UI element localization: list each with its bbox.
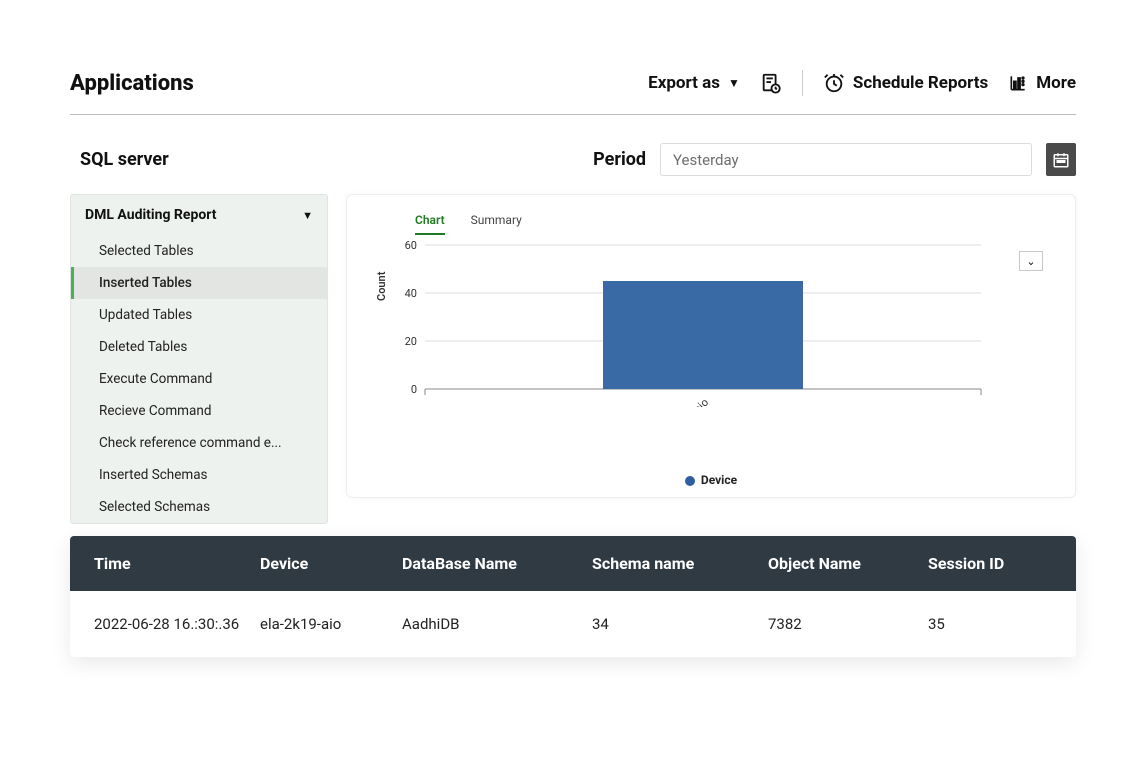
calendar-button[interactable] (1046, 143, 1076, 176)
th-schema[interactable]: Schema name (582, 536, 758, 591)
table-cell: 2022-06-28 16.:30:.36 (70, 591, 250, 657)
divider (802, 70, 803, 96)
topbar-actions: Export as ▼ Schedule Reports More (648, 70, 1076, 96)
page-title: Applications (70, 71, 194, 96)
sidebar-item[interactable]: Updated Tables (71, 299, 327, 331)
more-label: More (1036, 73, 1076, 93)
table-cell: 7382 (758, 591, 918, 657)
caret-down-icon: ▼ (302, 209, 313, 222)
table-cell: 35 (918, 591, 1068, 657)
schedule-label: Schedule Reports (853, 73, 988, 93)
period-filter: Period Yesterday (593, 143, 1076, 176)
alarm-clock-icon (823, 72, 845, 94)
export-label: Export as (648, 73, 720, 93)
chart-card: Chart Summary ⌄ Count 0204060ela-2k19-ai… (346, 194, 1076, 498)
svg-text:20: 20 (405, 335, 417, 348)
svg-text:ela-2k19-aio: ela-2k19-aio (660, 396, 711, 407)
chart-tabs: Chart Summary (415, 213, 1047, 235)
table-body: 2022-06-28 16.:30:.36ela-2k19-aioAadhiDB… (70, 591, 1076, 657)
subheader: SQL server Period Yesterday (70, 143, 1076, 176)
topbar: Applications Export as ▼ Schedule Report… (70, 70, 1076, 115)
th-time[interactable]: Time (70, 536, 250, 591)
table-header: Time Device DataBase Name Schema name Ob… (70, 536, 1076, 591)
section-title: SQL server (80, 149, 169, 170)
th-object[interactable]: Object Name (758, 536, 918, 591)
tab-chart[interactable]: Chart (415, 213, 445, 235)
sidebar-group-toggle[interactable]: DML Auditing Report ▼ (71, 195, 327, 235)
table-row[interactable]: 2022-06-28 16.:30:.36ela-2k19-aioAadhiDB… (70, 591, 1076, 657)
th-database[interactable]: DataBase Name (392, 536, 582, 591)
period-select[interactable]: Yesterday (660, 143, 1032, 176)
sidebar-item[interactable]: Deleted Tables (71, 331, 327, 363)
table-cell: AadhiDB (392, 591, 582, 657)
period-value: Yesterday (673, 151, 739, 169)
export-history-button[interactable] (760, 72, 782, 94)
more-icon (1008, 73, 1028, 93)
export-dropdown[interactable]: Export as ▼ (648, 73, 740, 93)
th-device[interactable]: Device (250, 536, 392, 591)
schedule-reports-button[interactable]: Schedule Reports (823, 72, 988, 94)
period-label: Period (593, 149, 646, 170)
th-session[interactable]: Session ID (918, 536, 1068, 591)
bar-chart: 0 20 40 60 ela-2k19-aio (381, 237, 1021, 407)
sidebar-list: Selected TablesInserted TablesUpdated Ta… (71, 235, 327, 523)
sidebar-item[interactable]: Selected Tables (71, 235, 327, 267)
table-cell: ela-2k19-aio (250, 591, 392, 657)
legend-text: Device (701, 473, 737, 487)
tab-summary[interactable]: Summary (471, 213, 522, 235)
calendar-icon (1052, 151, 1070, 169)
chart-legend: Device (375, 473, 1047, 487)
chart-area: Count 0204060ela-2k19-aio (381, 237, 1047, 417)
legend-dot-icon (685, 476, 695, 486)
svg-text:40: 40 (405, 287, 417, 300)
sidebar-item[interactable]: Inserted Schemas (71, 459, 327, 491)
y-axis-label: Count (375, 272, 388, 301)
report-sidebar: DML Auditing Report ▼ Selected TablesIns… (70, 194, 328, 524)
sidebar-item[interactable]: Execute Command (71, 363, 327, 395)
svg-text:60: 60 (405, 239, 417, 252)
caret-down-icon: ▼ (728, 76, 740, 90)
sidebar-item[interactable]: Selected Schemas (71, 491, 327, 523)
sidebar-item[interactable]: Check reference command e... (71, 427, 327, 459)
sidebar-item[interactable]: Inserted Tables (71, 267, 327, 299)
more-button[interactable]: More (1008, 73, 1076, 93)
document-clock-icon (760, 72, 782, 94)
sidebar-group-title: DML Auditing Report (85, 207, 216, 223)
main-content: DML Auditing Report ▼ Selected TablesIns… (70, 194, 1076, 524)
table-cell: 34 (582, 591, 758, 657)
sidebar-item[interactable]: Recieve Command (71, 395, 327, 427)
results-table: Time Device DataBase Name Schema name Ob… (70, 536, 1076, 657)
svg-text:0: 0 (411, 383, 417, 396)
